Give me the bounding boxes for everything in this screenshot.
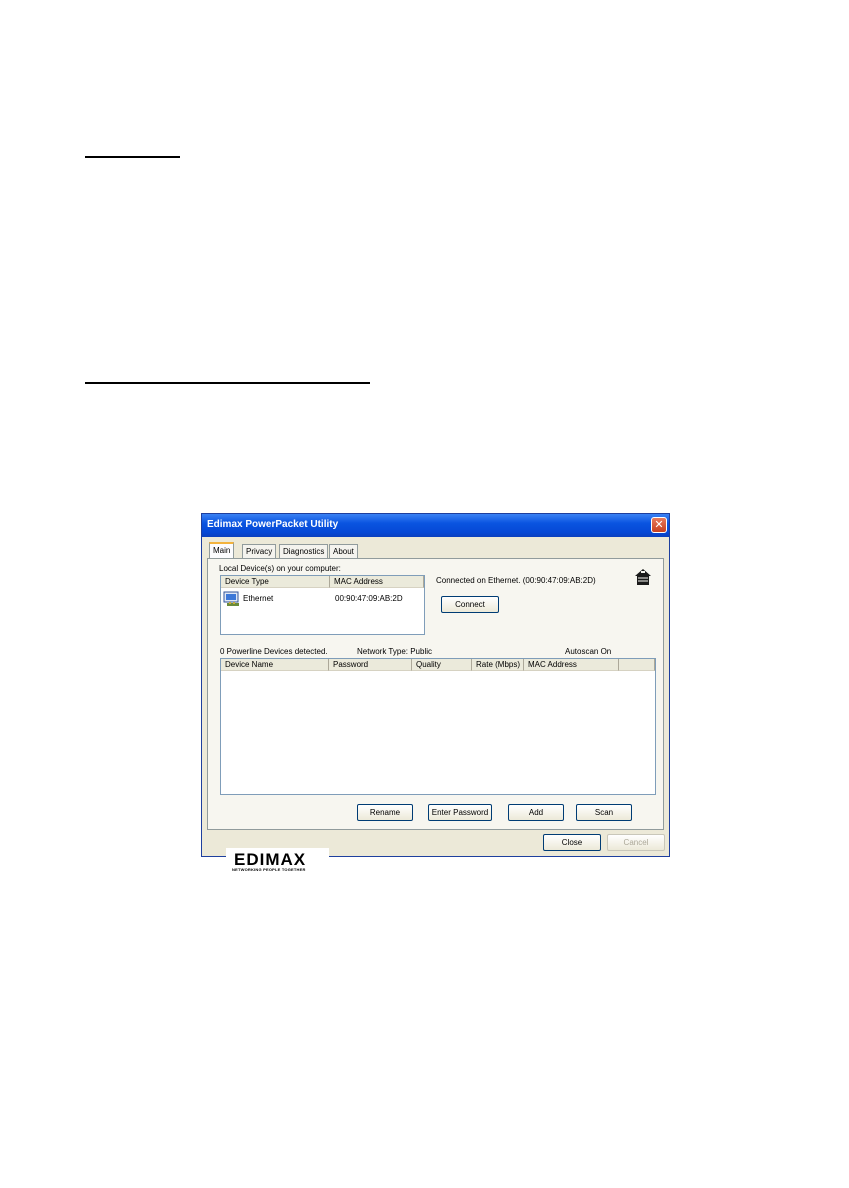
network-adapter-icon bbox=[223, 591, 239, 606]
close-window-icon[interactable]: ✕ bbox=[651, 517, 667, 533]
column-header-filler bbox=[619, 659, 655, 671]
house-icon bbox=[635, 569, 651, 585]
utility-window: Edimax PowerPacket Utility ✕ Main Privac… bbox=[201, 513, 670, 874]
local-devices-heading: Local Device(s) on your computer: bbox=[219, 564, 341, 573]
main-tab-panel: Local Device(s) on your computer: Device… bbox=[207, 558, 664, 874]
column-header-device-type[interactable]: Device Type bbox=[221, 576, 330, 588]
column-header-quality[interactable]: Quality bbox=[412, 659, 472, 671]
edimax-logo: EDIMAX NETWORKING PEOPLE TOGETHER bbox=[226, 848, 329, 874]
connection-status: Connected on Ethernet. (00:90:47:09:AB:2… bbox=[436, 576, 596, 585]
connect-button[interactable]: Connect bbox=[441, 596, 499, 613]
autoscan-status: Autoscan On bbox=[565, 647, 612, 656]
network-type: Network Type: Public bbox=[357, 647, 432, 656]
tab-diagnostics[interactable]: Diagnostics bbox=[279, 544, 329, 558]
scan-button[interactable]: Scan bbox=[576, 804, 632, 821]
column-header-rate[interactable]: Rate (Mbps) bbox=[472, 659, 524, 671]
cancel-button[interactable]: Cancel bbox=[607, 834, 665, 851]
rename-button[interactable]: Rename bbox=[357, 804, 413, 821]
close-button[interactable]: Close bbox=[543, 834, 601, 851]
local-device-row[interactable]: Ethernet 00:90:47:09:AB:2D bbox=[221, 590, 424, 608]
add-button[interactable]: Add bbox=[508, 804, 564, 821]
mac-address-cell: 00:90:47:09:AB:2D bbox=[335, 594, 403, 603]
edimax-logo-tagline: NETWORKING PEOPLE TOGETHER bbox=[232, 867, 306, 872]
tab-privacy[interactable]: Privacy bbox=[242, 544, 277, 558]
title-bar[interactable]: Edimax PowerPacket Utility ✕ bbox=[202, 514, 669, 537]
powerline-devices-list[interactable]: Device Name Password Quality Rate (Mbps)… bbox=[220, 658, 656, 795]
tab-main[interactable]: Main bbox=[209, 542, 235, 559]
column-header-device-name[interactable]: Device Name bbox=[221, 659, 329, 671]
window-title: Edimax PowerPacket Utility bbox=[207, 519, 339, 530]
column-header-password[interactable]: Password bbox=[329, 659, 412, 671]
powerline-detected-count: 0 Powerline Devices detected. bbox=[220, 647, 328, 656]
heading-underline-short bbox=[85, 156, 180, 158]
device-type-cell: Ethernet bbox=[243, 594, 274, 603]
local-devices-list[interactable]: Device Type MAC Address Ethernet 00:90:4… bbox=[220, 575, 425, 635]
column-header-mac-address[interactable]: MAC Address bbox=[524, 659, 619, 671]
column-header-mac-address[interactable]: MAC Address bbox=[330, 576, 424, 588]
tab-about[interactable]: About bbox=[329, 544, 358, 558]
heading-underline-long bbox=[85, 382, 370, 384]
enter-password-button[interactable]: Enter Password bbox=[428, 804, 492, 821]
